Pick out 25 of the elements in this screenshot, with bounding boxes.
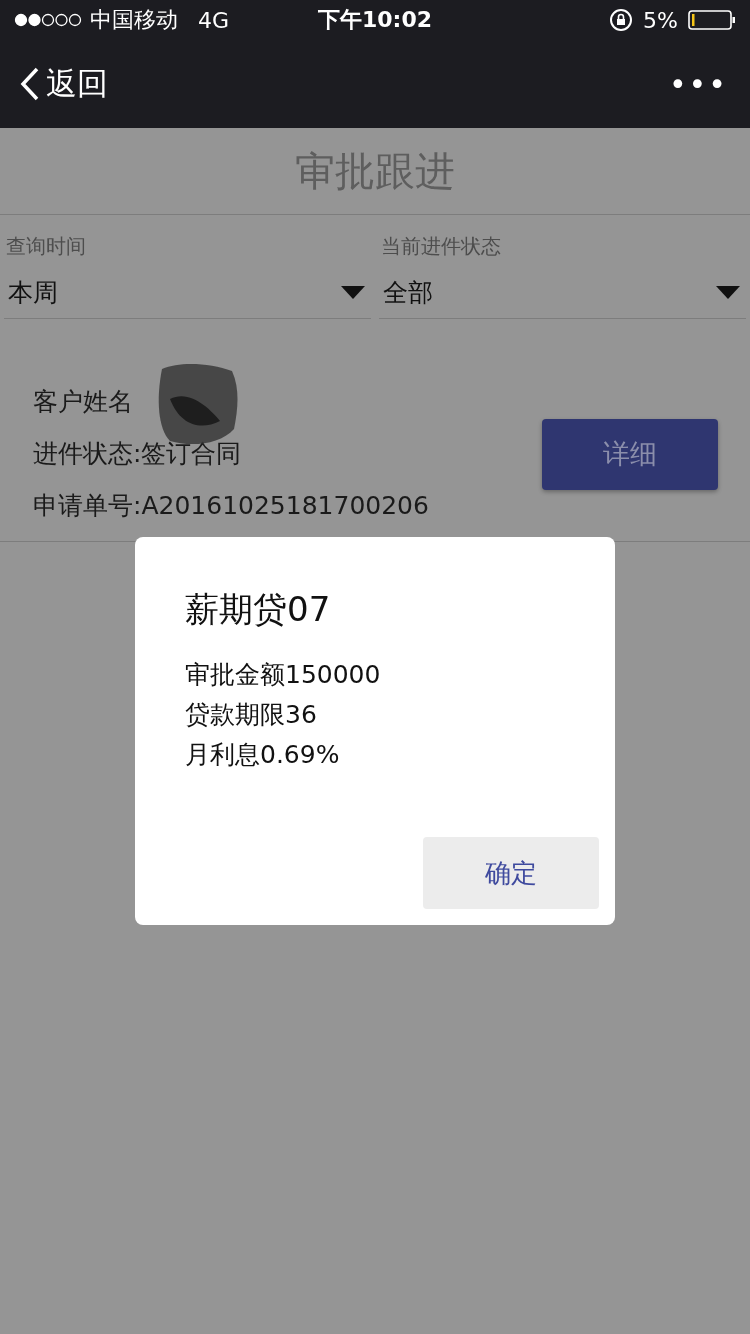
record-field-text: 申请单号:A20161025181700206 bbox=[33, 490, 429, 522]
record-field-text: 进件状态:签订合同 bbox=[33, 438, 243, 470]
dialog-text: 审批金额150000 bbox=[185, 659, 382, 691]
rotation-lock-icon bbox=[609, 8, 634, 32]
detail-button[interactable]: 详细 bbox=[542, 418, 718, 490]
battery-percent-text: 5% bbox=[643, 7, 678, 33]
signal-icon bbox=[14, 13, 82, 27]
dropdown-caret-icon bbox=[716, 285, 740, 299]
filter-label: 查询时间 bbox=[5, 233, 87, 260]
dialog-text: 贷款期限36 bbox=[185, 699, 318, 731]
clock-text: 下午10:02 bbox=[318, 7, 432, 32]
filter-dropdown[interactable]: 全部 bbox=[379, 266, 746, 319]
dialog-title: 薪期贷07 bbox=[185, 588, 332, 631]
more-button[interactable]: ••• bbox=[668, 66, 728, 102]
back-button[interactable]: 返回 bbox=[20, 63, 108, 105]
record-field-text: 客户姓名 bbox=[33, 386, 134, 418]
carrier-text: 中国移动 bbox=[90, 6, 178, 34]
filter-label: 当前进件状态 bbox=[380, 233, 502, 260]
battery-icon bbox=[688, 9, 736, 31]
dialog-text: 月利息0.69% bbox=[185, 739, 341, 771]
dropdown-caret-icon bbox=[341, 285, 365, 299]
chevron-left-icon bbox=[20, 67, 40, 101]
confirm-button[interactable]: 确定 bbox=[423, 837, 599, 909]
network-text: 4G bbox=[198, 7, 230, 33]
filter-dropdown[interactable]: 本周 bbox=[4, 266, 371, 319]
